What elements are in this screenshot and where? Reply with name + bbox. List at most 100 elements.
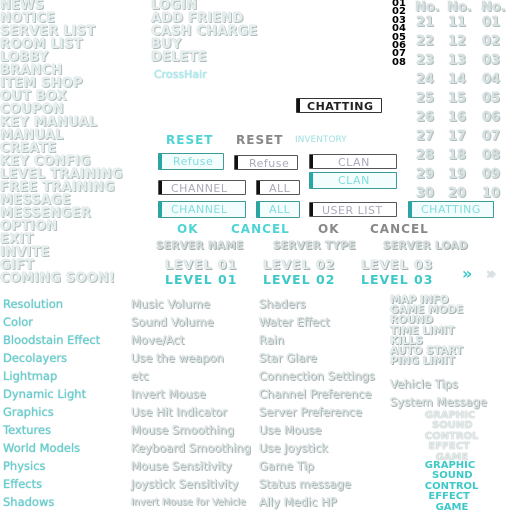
- refuse-button-active[interactable]: Refuse: [158, 153, 224, 170]
- grid-number: 10: [482, 186, 501, 201]
- chatting-tab[interactable]: CHATTING: [296, 98, 382, 113]
- number-column-header: No.: [447, 0, 472, 15]
- option-tab-active[interactable]: SOUND: [0, 471, 512, 481]
- grid-number: 02: [482, 34, 501, 49]
- all-button-active[interactable]: ALL: [256, 201, 300, 218]
- map-info-label: ROUND: [390, 314, 434, 327]
- option-tab-active[interactable]: EFFECT: [0, 492, 512, 502]
- option-item[interactable]: Resolution: [3, 298, 63, 311]
- double-chevron-right-icon[interactable]: »: [462, 264, 472, 283]
- option-item[interactable]: Color: [3, 316, 33, 329]
- double-chevron-right-icon[interactable]: »: [486, 264, 496, 283]
- clan-label: CLAN: [338, 156, 370, 169]
- system-message-label[interactable]: System Message: [390, 396, 487, 409]
- grid-number: 06: [482, 110, 501, 125]
- chatting-label: CHATTING: [307, 100, 374, 113]
- option-item[interactable]: Move/Act: [131, 334, 184, 347]
- cancel-button-active[interactable]: CANCEL: [231, 222, 290, 236]
- ok-button-active[interactable]: OK: [177, 222, 199, 236]
- option-item[interactable]: Music Volume: [131, 298, 210, 311]
- option-item[interactable]: Bloodstain Effect: [3, 334, 100, 347]
- option-item[interactable]: Star Glare: [259, 352, 317, 365]
- all-label: ALL: [269, 203, 291, 216]
- option-item[interactable]: Decolayers: [3, 352, 67, 365]
- refuse-label: Refuse: [249, 157, 290, 170]
- option-tab[interactable]: SOUND: [0, 421, 512, 431]
- grid-number: 22: [416, 34, 435, 49]
- level-label-active: LEVEL 02: [263, 272, 336, 287]
- grid-number: 24: [416, 72, 435, 87]
- cancel-button[interactable]: CANCEL: [370, 222, 429, 236]
- grid-number: 04: [482, 72, 501, 87]
- option-tab[interactable]: EFFECT: [0, 442, 512, 452]
- channel-button[interactable]: CHANNEL: [158, 180, 246, 195]
- center-menu-item[interactable]: DELETE: [151, 51, 207, 64]
- grid-number: 21: [416, 15, 435, 30]
- channel-label: CHANNEL: [171, 203, 228, 216]
- grid-number: 07: [482, 129, 501, 144]
- grid-number: 12: [448, 34, 467, 49]
- option-item[interactable]: Water Effect: [259, 316, 330, 329]
- option-item[interactable]: etc: [131, 370, 149, 383]
- level-label: LEVEL 01: [165, 257, 238, 272]
- clan-button[interactable]: CLAN: [309, 154, 397, 169]
- clan-label: CLAN: [338, 174, 370, 187]
- grid-number: 13: [448, 53, 467, 68]
- crosshair-label[interactable]: CrossHair: [154, 68, 207, 81]
- option-item[interactable]: Lightmap: [3, 370, 57, 383]
- grid-number: 09: [482, 167, 501, 182]
- reset-button[interactable]: RESET: [236, 133, 283, 147]
- grid-number: 08: [482, 148, 501, 163]
- channel-label: CHANNEL: [171, 182, 228, 195]
- grid-number: 20: [448, 186, 467, 201]
- grid-number: 19: [448, 167, 467, 182]
- vehicle-tips-label[interactable]: Vehicle Tips: [390, 378, 458, 391]
- level-label-active: LEVEL 03: [361, 272, 434, 287]
- option-item[interactable]: Rain: [259, 334, 284, 347]
- grid-number: 03: [482, 53, 501, 68]
- level-label-active: LEVEL 01: [165, 272, 238, 287]
- grid-number: 11: [448, 15, 467, 30]
- grid-number: 14: [448, 72, 467, 87]
- option-tab-active[interactable]: GAME: [0, 502, 512, 513]
- all-label: ALL: [269, 182, 291, 195]
- option-item[interactable]: Invert Mouse: [131, 388, 206, 401]
- ok-button[interactable]: OK: [318, 222, 340, 236]
- grid-number: 30: [416, 186, 435, 201]
- all-button[interactable]: ALL: [256, 180, 300, 195]
- grid-number: 16: [448, 110, 467, 125]
- left-menu-item[interactable]: COMING SOON!: [0, 272, 115, 285]
- rank-number: 08: [392, 56, 406, 68]
- number-column-header: No.: [415, 0, 440, 15]
- option-item[interactable]: Sound Volume: [131, 316, 214, 329]
- level-label: LEVEL 02: [263, 257, 336, 272]
- option-item[interactable]: Shaders: [259, 298, 306, 311]
- level-label: LEVEL 03: [361, 257, 434, 272]
- channel-button-active[interactable]: CHANNEL: [158, 201, 246, 218]
- inventory-label[interactable]: INVENTORY: [295, 135, 347, 145]
- option-item[interactable]: Connection Settings: [259, 370, 375, 383]
- refuse-button[interactable]: Refuse: [234, 155, 298, 170]
- grid-number: 28: [416, 148, 435, 163]
- user-list-label: USER LIST: [322, 204, 383, 217]
- user-list-button[interactable]: USER LIST: [309, 202, 397, 217]
- grid-number: 01: [482, 15, 501, 30]
- grid-number: 05: [482, 91, 501, 106]
- refuse-label: Refuse: [173, 155, 214, 168]
- clan-button-active[interactable]: CLAN: [309, 172, 397, 189]
- grid-number: 29: [416, 167, 435, 182]
- chatting-tab-active[interactable]: CHATTING: [408, 201, 494, 218]
- server-column-header[interactable]: SERVER NAME: [156, 240, 244, 252]
- server-column-header[interactable]: SERVER LOAD: [383, 240, 468, 252]
- reset-button-active[interactable]: RESET: [166, 133, 213, 147]
- option-item[interactable]: Use the weapon: [131, 352, 224, 365]
- chatting-label: CHATTING: [421, 203, 481, 216]
- option-item[interactable]: Dynamic Light: [3, 388, 86, 401]
- grid-number: 27: [416, 129, 435, 144]
- grid-number: 26: [416, 110, 435, 125]
- grid-number: 18: [448, 148, 467, 163]
- grid-number: 23: [416, 53, 435, 68]
- server-column-header[interactable]: SERVER TYPE: [273, 240, 356, 252]
- option-item[interactable]: Channel Preference: [259, 388, 372, 401]
- number-column-header: No.: [481, 0, 506, 15]
